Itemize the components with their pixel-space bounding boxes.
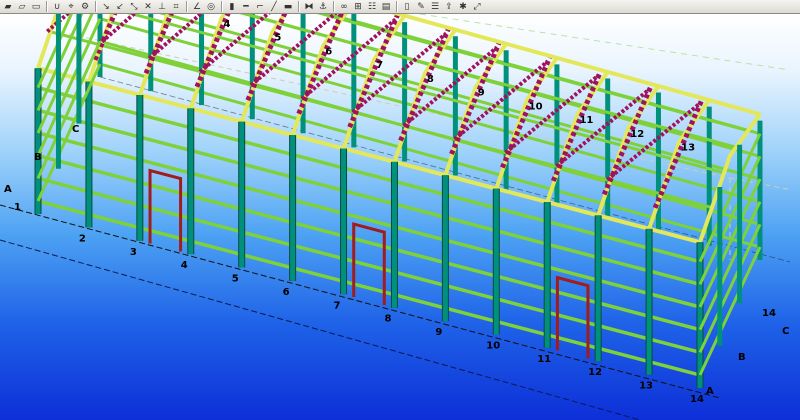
modeling-window: ▰ ▱ ▭ ∪ ⌖ ⚙ ↘ ↙ ⤡ ✕ ⊥ ⌗ ∠ ◎ ▮ ━ ⌐ ╱ ▬ ⧓ ⚓ ∞ ⊞ ☷ ▤ ▯ ✎ ☰ ⇪ ✱ ⤢ A1234567… — [0, 0, 800, 420]
toolbar-separator — [186, 1, 187, 12]
column-icon[interactable]: ▮ — [226, 1, 238, 13]
grid-label-number: 1 — [14, 202, 21, 213]
target-icon[interactable]: ◎ — [205, 1, 217, 13]
export-icon[interactable]: ⇪ — [443, 1, 455, 13]
snap-end-icon[interactable]: ↙ — [114, 1, 126, 13]
properties-icon[interactable]: ▤ — [380, 1, 392, 13]
hide-icon[interactable]: ▭ — [30, 1, 42, 13]
grid-label-number: 8 — [384, 314, 391, 325]
drawing-icon[interactable]: ✎ — [415, 1, 427, 13]
model-tree-icon[interactable]: ⊞ — [352, 1, 364, 13]
toolbar-separator — [95, 1, 96, 12]
anchor-icon[interactable]: ⚓ — [317, 1, 329, 13]
grid-label-number: 3 — [173, 14, 180, 16]
magnet-icon[interactable]: ∪ — [51, 1, 63, 13]
grid-label-c: C — [72, 124, 79, 135]
main-toolbar: ▰ ▱ ▭ ∪ ⌖ ⚙ ↘ ↙ ⤡ ✕ ⊥ ⌗ ∠ ◎ ▮ ━ ⌐ ╱ ▬ ⧓ ⚓ ∞ ⊞ ☷ ▤ ▯ ✎ ☰ ⇪ ✱ ⤢ — [0, 0, 800, 14]
grid-label-number: 11 — [579, 115, 593, 126]
snap-line-icon[interactable]: ↘ — [100, 1, 112, 13]
binoculars-icon[interactable]: ∞ — [338, 1, 350, 13]
beam-icon[interactable]: ━ — [240, 1, 252, 13]
model-viewport[interactable]: A123456789101112131412345678910111213BCA… — [0, 14, 800, 420]
grid-label-number: 9 — [478, 88, 485, 99]
purlin-icon[interactable]: ⌐ — [254, 1, 266, 13]
grid-label-number: 13 — [639, 381, 653, 392]
grid-label-a: A — [706, 386, 714, 397]
grid-label-number: 14 — [762, 308, 776, 319]
grid-label-number: 6 — [283, 287, 290, 298]
plate-icon[interactable]: ▬ — [282, 1, 294, 13]
snap-intersect-icon[interactable]: ✕ — [142, 1, 154, 13]
grid-label-number: 5 — [232, 274, 239, 285]
grid-label-number: 14 — [690, 394, 704, 405]
report-icon[interactable]: ☰ — [429, 1, 441, 13]
shade-mode-icon[interactable]: ▰ — [2, 1, 14, 13]
roof-purlin — [316, 14, 749, 133]
toolbar-separator — [298, 1, 299, 12]
grid-label-number: 3 — [130, 247, 137, 258]
snap-grid-icon[interactable]: ⌗ — [170, 1, 182, 13]
grid-label-number: 13 — [681, 143, 695, 154]
bounding-box-edge — [419, 14, 791, 71]
brace-icon[interactable]: ╱ — [268, 1, 280, 13]
grid-label-number: 7 — [376, 60, 383, 71]
toolbar-separator — [221, 1, 222, 12]
toolbar-separator — [333, 1, 334, 12]
grid-label-number: 9 — [435, 327, 442, 338]
grid-label-number: 12 — [588, 367, 602, 378]
connection-icon[interactable]: ⧓ — [303, 1, 315, 13]
grid-label-number: 12 — [630, 129, 644, 140]
snap-perp-icon[interactable]: ⊥ — [156, 1, 168, 13]
fit-view-icon[interactable]: ⤢ — [471, 1, 483, 13]
grid-label-number: 5 — [274, 33, 281, 44]
snap-angle-icon[interactable]: ∠ — [191, 1, 203, 13]
grid-label-number: 11 — [537, 354, 551, 365]
structure-3d-view[interactable]: A123456789101112131412345678910111213BCA… — [0, 14, 800, 420]
toolbar-separator — [46, 1, 47, 12]
snap-mid-icon[interactable]: ⤡ — [128, 1, 140, 13]
grid-label-b: B — [34, 152, 42, 163]
wireframe-mode-icon[interactable]: ▱ — [16, 1, 28, 13]
grid-label-number: 10 — [486, 340, 500, 351]
grid-label-number: 8 — [427, 74, 434, 85]
grid-label-number: 6 — [325, 46, 332, 57]
grid-label-number: 7 — [334, 300, 341, 311]
gear-snap-icon[interactable]: ⚙ — [79, 1, 91, 13]
settings-icon[interactable]: ✱ — [457, 1, 469, 13]
grid-label-number: 4 — [224, 19, 231, 30]
grid-label-number: 10 — [529, 101, 543, 112]
grid-label-number: 4 — [181, 260, 188, 271]
grid-line-a — [0, 204, 721, 399]
sheet-icon[interactable]: ▯ — [401, 1, 413, 13]
attributes-icon[interactable]: ☷ — [366, 1, 378, 13]
grid-label-number: 2 — [79, 233, 86, 244]
grid-label-a: A — [4, 184, 12, 195]
node-icon[interactable]: ⌖ — [65, 1, 77, 13]
grid-label-c: C — [782, 326, 789, 337]
grid-label-b: B — [738, 352, 746, 363]
toolbar-separator — [396, 1, 397, 12]
